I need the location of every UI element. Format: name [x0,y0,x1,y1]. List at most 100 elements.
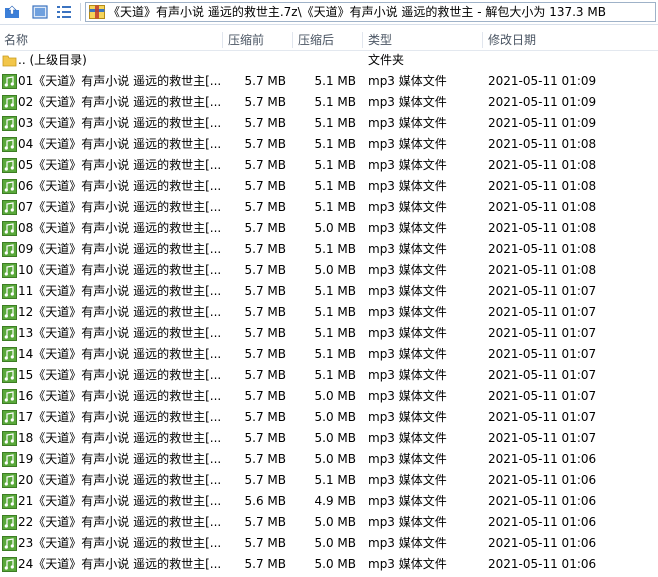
file-type: mp3 媒体文件 [368,536,447,550]
list-view-icon[interactable] [55,3,73,21]
file-modified: 2021-05-11 01:08 [488,137,597,151]
file-modified: 2021-05-11 01:07 [488,368,597,382]
table-row[interactable]: 02《天道》有声小说 遥远的救世主[... 5.7 MB 5.1 MB mp3 … [0,92,658,113]
column-divider[interactable] [362,32,363,48]
column-divider[interactable] [222,32,223,48]
table-row[interactable]: 11《天道》有声小说 遥远的救世主[... 5.7 MB 5.1 MB mp3 … [0,281,658,302]
file-type: mp3 媒体文件 [368,116,447,130]
file-packed-size: 5.0 MB [314,431,356,445]
table-row[interactable]: 04《天道》有声小说 遥远的救世主[... 5.7 MB 5.1 MB mp3 … [0,134,658,155]
file-packed-size: 5.1 MB [314,326,356,340]
table-row[interactable]: 19《天道》有声小说 遥远的救世主[... 5.7 MB 5.0 MB mp3 … [0,449,658,470]
file-size: 5.7 MB [244,305,286,319]
file-size: 5.7 MB [244,263,286,277]
column-divider[interactable] [292,32,293,48]
column-name[interactable]: 名称 [4,30,28,50]
mp3-file-icon [2,515,17,530]
path-bar[interactable]: 《天道》有声小说 遥远的救世主.7z\《天道》有声小说 遥远的救世主 - 解包大… [85,2,656,22]
file-name: 17《天道》有声小说 遥远的救世主[... [18,410,222,424]
file-packed-size: 5.0 MB [314,221,356,235]
table-row[interactable]: 16《天道》有声小说 遥远的救世主[... 5.7 MB 5.0 MB mp3 … [0,386,658,407]
file-packed-size: 5.1 MB [314,242,356,256]
file-size: 5.7 MB [244,557,286,571]
table-row[interactable]: 22《天道》有声小说 遥远的救世主[... 5.7 MB 5.0 MB mp3 … [0,512,658,533]
file-modified: 2021-05-11 01:07 [488,284,597,298]
file-name: 05《天道》有声小说 遥远的救世主[... [18,158,222,172]
table-row[interactable]: 01《天道》有声小说 遥远的救世主[... 5.7 MB 5.1 MB mp3 … [0,71,658,92]
file-size: 5.7 MB [244,326,286,340]
file-packed-size: 5.1 MB [314,473,356,487]
file-size: 5.7 MB [244,137,286,151]
file-packed-size: 5.0 MB [314,389,356,403]
table-row[interactable]: 21《天道》有声小说 遥远的救世主[... 5.6 MB 4.9 MB mp3 … [0,491,658,512]
toolbar-separator [80,3,81,21]
file-modified: 2021-05-11 01:07 [488,431,597,445]
mp3-file-icon [2,326,17,341]
table-row[interactable]: 24《天道》有声小说 遥远的救世主[... 5.7 MB 5.0 MB mp3 … [0,554,658,575]
folder-up-icon[interactable] [3,3,21,21]
mp3-file-icon [2,305,17,320]
table-row[interactable]: 03《天道》有声小说 遥远的救世主[... 5.7 MB 5.1 MB mp3 … [0,113,658,134]
file-name: 24《天道》有声小说 遥远的救世主[... [18,557,222,571]
file-name: 09《天道》有声小说 遥远的救世主[... [18,242,222,256]
column-modified[interactable]: 修改日期 [488,30,536,50]
table-row[interactable]: 20《天道》有声小说 遥远的救世主[... 5.7 MB 5.1 MB mp3 … [0,470,658,491]
file-name: 20《天道》有声小说 遥远的救世主[... [18,473,222,487]
file-name: 19《天道》有声小说 遥远的救世主[... [18,452,222,466]
file-modified: 2021-05-11 01:07 [488,305,597,319]
table-row[interactable]: 18《天道》有声小说 遥远的救世主[... 5.7 MB 5.0 MB mp3 … [0,428,658,449]
table-row[interactable]: 12《天道》有声小说 遥远的救世主[... 5.7 MB 5.1 MB mp3 … [0,302,658,323]
table-row[interactable]: 06《天道》有声小说 遥远的救世主[... 5.7 MB 5.1 MB mp3 … [0,176,658,197]
table-row[interactable]: 15《天道》有声小说 遥远的救世主[... 5.7 MB 5.1 MB mp3 … [0,365,658,386]
path-text: 《天道》有声小说 遥远的救世主.7z\《天道》有声小说 遥远的救世主 - 解包大… [108,5,606,19]
file-modified: 2021-05-11 01:07 [488,326,597,340]
large-icons-view-icon[interactable] [31,3,49,21]
table-row[interactable]: 14《天道》有声小说 遥远的救世主[... 5.7 MB 5.1 MB mp3 … [0,344,658,365]
table-row[interactable]: 10《天道》有声小说 遥远的救世主[... 5.7 MB 5.0 MB mp3 … [0,260,658,281]
folder-icon [2,53,17,68]
table-row[interactable]: 13《天道》有声小说 遥远的救世主[... 5.7 MB 5.1 MB mp3 … [0,323,658,344]
mp3-file-icon [2,452,17,467]
mp3-file-icon [2,263,17,278]
mp3-file-icon [2,347,17,362]
mp3-file-icon [2,137,17,152]
archive-icon [89,5,105,19]
table-row[interactable]: 07《天道》有声小说 遥远的救世主[... 5.7 MB 5.1 MB mp3 … [0,197,658,218]
column-size[interactable]: 压缩前 [228,30,264,50]
mp3-file-icon [2,494,17,509]
file-modified: 2021-05-11 01:06 [488,515,597,529]
table-row[interactable]: 17《天道》有声小说 遥远的救世主[... 5.7 MB 5.0 MB mp3 … [0,407,658,428]
file-size: 5.7 MB [244,368,286,382]
table-row[interactable]: 08《天道》有声小说 遥远的救世主[... 5.7 MB 5.0 MB mp3 … [0,218,658,239]
table-row[interactable]: 23《天道》有声小说 遥远的救世主[... 5.7 MB 5.0 MB mp3 … [0,533,658,554]
mp3-file-icon [2,221,17,236]
parent-directory-row[interactable]: .. (上级目录) 文件夹 [0,50,658,71]
file-type: mp3 媒体文件 [368,158,447,172]
column-type[interactable]: 类型 [368,30,392,50]
file-modified: 2021-05-11 01:06 [488,536,597,550]
file-type: mp3 媒体文件 [368,494,447,508]
file-modified: 2021-05-11 01:09 [488,74,597,88]
column-packed[interactable]: 压缩后 [298,30,334,50]
file-type: mp3 媒体文件 [368,368,447,382]
file-type: mp3 媒体文件 [368,200,447,214]
table-row[interactable]: 05《天道》有声小说 遥远的救世主[... 5.7 MB 5.1 MB mp3 … [0,155,658,176]
column-divider[interactable] [482,32,483,48]
file-packed-size: 5.0 MB [314,410,356,424]
file-type: 文件夹 [368,53,405,67]
file-modified: 2021-05-11 01:07 [488,389,597,403]
file-name: 22《天道》有声小说 遥远的救世主[... [18,515,222,529]
file-type: mp3 媒体文件 [368,389,447,403]
file-modified: 2021-05-11 01:06 [488,557,597,571]
file-size: 5.7 MB [244,200,286,214]
file-size: 5.7 MB [244,95,286,109]
file-packed-size: 5.1 MB [314,179,356,193]
file-type: mp3 媒体文件 [368,347,447,361]
file-size: 5.7 MB [244,410,286,424]
file-modified: 2021-05-11 01:08 [488,242,597,256]
table-row[interactable]: 09《天道》有声小说 遥远的救世主[... 5.7 MB 5.1 MB mp3 … [0,239,658,260]
file-name: 10《天道》有声小说 遥远的救世主[... [18,263,222,277]
file-size: 5.7 MB [244,284,286,298]
file-name: 18《天道》有声小说 遥远的救世主[... [18,431,222,445]
file-list: .. (上级目录) 文件夹 01《天道》有声小说 遥远的救世主[... 5.7 … [0,50,658,575]
